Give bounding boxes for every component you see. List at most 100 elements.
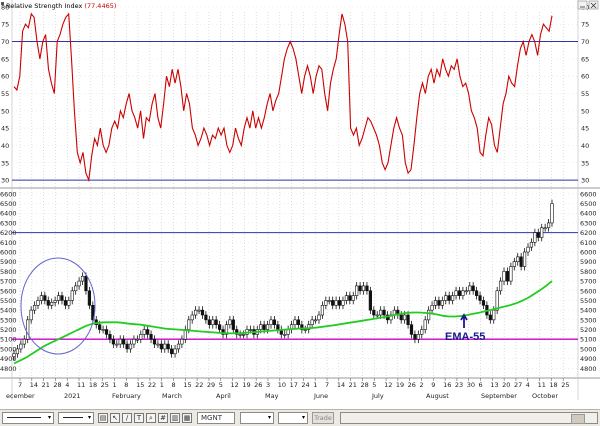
candle-body xyxy=(272,319,277,325)
candle-body xyxy=(382,309,386,316)
candle-body xyxy=(348,295,352,301)
day-label: 6 xyxy=(479,381,483,389)
candle-body xyxy=(355,285,359,296)
line-style-select[interactable]: ▾ xyxy=(2,412,54,424)
candle-body xyxy=(163,343,167,350)
rsi-tick-label-left: 30 xyxy=(1,177,9,185)
candle-body xyxy=(543,227,547,230)
candle-body xyxy=(63,300,68,306)
candle-body xyxy=(135,338,139,341)
day-label: 30 xyxy=(467,381,475,389)
day-label: 25 xyxy=(561,381,569,389)
day-label: 15 xyxy=(136,381,144,389)
zoom-icon[interactable]: ⌕ xyxy=(146,413,156,423)
color-icon[interactable]: ▤ xyxy=(98,413,108,423)
candle-body xyxy=(413,334,417,340)
text-tool-icon[interactable]: T xyxy=(134,413,144,423)
candle-body xyxy=(310,319,314,325)
candle-body xyxy=(180,338,184,345)
price-tick-label-left: 4800 xyxy=(0,365,17,373)
candle-body xyxy=(461,290,465,296)
candle-body xyxy=(550,203,554,224)
day-label: 5 xyxy=(219,381,223,389)
candle-body xyxy=(19,343,23,350)
candle-body xyxy=(303,329,307,331)
rsi-tick-label-right: 40 xyxy=(581,142,589,150)
candle-body xyxy=(437,300,441,306)
candle-body xyxy=(128,343,133,350)
day-label: 26 xyxy=(408,381,416,389)
price-tick-label-left: 6500 xyxy=(0,200,17,208)
candle-body xyxy=(43,295,47,301)
day-label: 4 xyxy=(65,381,69,389)
candle-body xyxy=(101,329,105,331)
candle-body xyxy=(409,324,414,335)
cursor-icon[interactable]: ↖ xyxy=(110,413,120,423)
candle-body xyxy=(259,324,263,330)
candle-body xyxy=(12,353,16,357)
candle-body xyxy=(80,275,85,282)
trade-button[interactable]: Trade xyxy=(312,412,334,424)
line-tool-icon[interactable]: / xyxy=(122,413,132,423)
candle-body xyxy=(26,319,30,340)
day-label: 12 xyxy=(384,381,392,389)
candle-body xyxy=(492,309,496,321)
line-width-select[interactable]: ▾ xyxy=(58,412,94,424)
day-label: 21 xyxy=(349,381,357,389)
candle-body xyxy=(197,309,201,312)
day-label: 8 xyxy=(172,381,176,389)
candle-body xyxy=(512,261,516,267)
day-label: 7 xyxy=(325,381,329,389)
horizontal-scrollbar[interactable] xyxy=(340,412,598,424)
candle-body xyxy=(471,285,475,292)
day-label: 19 xyxy=(396,381,404,389)
price-tick-label-right: 5300 xyxy=(580,316,597,324)
symbol-field[interactable]: MGNT xyxy=(197,412,235,424)
candle-body xyxy=(115,343,119,346)
candle-body xyxy=(447,295,451,301)
candle-body xyxy=(228,319,232,325)
candle-body xyxy=(529,242,534,248)
candle-body xyxy=(36,300,40,306)
candle-body xyxy=(341,300,345,306)
candle-body xyxy=(231,319,235,330)
price-tick-label-right: 6000 xyxy=(580,249,597,257)
day-label: 8 xyxy=(124,381,128,389)
scroll-thumb[interactable] xyxy=(571,414,585,424)
price-tick-label-left: 5200 xyxy=(0,326,17,334)
rsi-tick-label-left: 55 xyxy=(1,90,9,98)
grid-icon[interactable]: # xyxy=(158,413,168,423)
chevron-down-icon: ▾ xyxy=(301,414,305,421)
candle-body xyxy=(361,285,366,292)
candle-body xyxy=(152,338,157,345)
candle-body xyxy=(77,280,81,287)
candle-body xyxy=(406,314,410,325)
month-label: October xyxy=(532,392,558,400)
month-label: 2021 xyxy=(64,392,81,400)
candle-body xyxy=(372,309,376,316)
chart-icon[interactable]: ▥ xyxy=(170,413,180,423)
day-label: 14 xyxy=(337,381,345,389)
candle-body xyxy=(344,295,348,301)
day-label: 21 xyxy=(42,381,50,389)
candle-body xyxy=(516,256,520,262)
candle-body xyxy=(509,266,513,282)
price-tick-label-left: 5300 xyxy=(0,316,17,324)
candle-body xyxy=(118,338,122,345)
candle-body xyxy=(170,348,174,355)
price-panel xyxy=(0,189,600,378)
exchange-select[interactable]: ▾ xyxy=(240,412,274,424)
price-tick-label-left: 5400 xyxy=(0,307,17,315)
day-label: 11 xyxy=(538,381,546,389)
day-label: 12 xyxy=(231,381,239,389)
candle-body xyxy=(166,343,170,350)
period-select[interactable]: ▾ xyxy=(278,412,308,424)
minimize-button[interactable] xyxy=(577,0,588,10)
rsi-title: Relative Strength Index (77.4465) xyxy=(6,2,116,10)
month-label: July xyxy=(371,392,384,400)
bars-icon[interactable]: ▦ xyxy=(182,413,192,423)
candle-body xyxy=(265,324,270,330)
rsi-tick-label-right: 70 xyxy=(581,38,589,46)
candle-body xyxy=(444,295,448,301)
month-label: April xyxy=(216,392,231,400)
